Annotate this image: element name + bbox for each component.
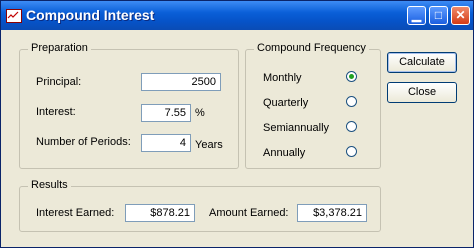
frequency-label-monthly: Monthly (263, 72, 302, 84)
close-icon: ✕ (455, 8, 466, 22)
compound-frequency-legend: Compound Frequency (254, 42, 369, 54)
principal-input[interactable]: 2500 (141, 73, 221, 91)
window-title: Compound Interest (26, 7, 155, 23)
interest-earned-label: Interest Earned: (36, 207, 115, 219)
compound-interest-window: Compound Interest ▁ □ ✕ Preparation Prin… (0, 0, 474, 248)
results-legend: Results (28, 179, 71, 191)
calculate-button[interactable]: Calculate (387, 52, 457, 73)
close-button[interactable]: Close (387, 82, 457, 103)
interest-label: Interest: (36, 106, 76, 118)
frequency-label-quarterly: Quarterly (263, 97, 309, 109)
frequency-label-annually: Annually (263, 147, 306, 159)
amount-earned-label: Amount Earned: (209, 207, 289, 219)
minimize-button[interactable]: ▁ (407, 6, 426, 25)
radio-quarterly[interactable] (346, 96, 357, 107)
radio-annually[interactable] (346, 146, 357, 157)
maximize-icon: □ (434, 8, 443, 22)
chart-app-icon (6, 9, 22, 23)
periods-input[interactable]: 4 (141, 134, 191, 152)
interest-input[interactable]: 7.55 (141, 104, 191, 122)
maximize-button[interactable]: □ (429, 6, 448, 25)
title-bar[interactable]: Compound Interest ▁ □ ✕ (1, 1, 473, 30)
close-window-button[interactable]: ✕ (451, 6, 470, 25)
frequency-label-semiannually: Semiannually (263, 122, 330, 134)
percent-unit: % (195, 107, 205, 119)
amount-earned-value: $3,378.21 (297, 204, 367, 222)
years-unit: Years (195, 139, 223, 151)
interest-earned-value: $878.21 (125, 204, 195, 222)
preparation-legend: Preparation (28, 42, 91, 54)
periods-label: Number of Periods: (36, 136, 131, 148)
radio-semiannually[interactable] (346, 121, 357, 132)
minimize-icon: ▁ (411, 8, 422, 22)
radio-monthly[interactable] (346, 71, 357, 82)
principal-label: Principal: (36, 76, 82, 88)
